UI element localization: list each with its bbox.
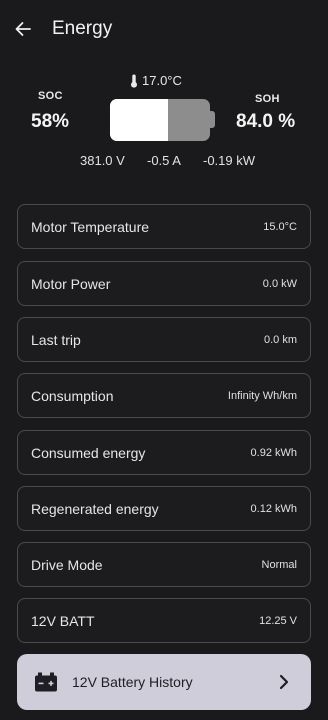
- stat-label: 12V BATT: [31, 612, 95, 629]
- page-title: Energy: [52, 18, 113, 39]
- stat-last-trip[interactable]: Last trip 0.0 km: [17, 317, 311, 362]
- arrow-left-icon: [15, 22, 31, 36]
- stat-value: 0.12 kWh: [250, 502, 297, 515]
- stat-value: 12.25 V: [259, 614, 297, 627]
- thermometer-icon: [131, 74, 137, 88]
- energy-screen: Energy SOC 58% 17.0°C SOH 84.0 % 381.0 V…: [0, 0, 328, 720]
- stat-consumed-energy[interactable]: Consumed energy 0.92 kWh: [17, 430, 311, 475]
- car-battery-icon: [35, 672, 57, 692]
- battery-history-label: 12V Battery History: [72, 674, 193, 690]
- stat-label: Consumption: [31, 387, 114, 404]
- battery-temperature-value: 17.0°C: [142, 73, 182, 88]
- stat-drive-mode[interactable]: Drive Mode Normal: [17, 542, 311, 587]
- soc-label: SOC: [38, 90, 63, 102]
- top-app-bar: Energy: [0, 0, 328, 58]
- stat-label: Regenerated energy: [31, 500, 159, 517]
- battery-terminal: [210, 111, 215, 128]
- battery-gauge: [110, 99, 215, 141]
- battery-body: [110, 99, 210, 141]
- battery-history-button[interactable]: 12V Battery History: [17, 654, 311, 710]
- battery-charge-fill: [110, 99, 168, 141]
- stat-label: Last trip: [31, 331, 81, 348]
- soc-value: 58%: [31, 111, 70, 132]
- stat-consumption[interactable]: Consumption Infinity Wh/km: [17, 373, 311, 418]
- stat-12v-battery[interactable]: 12V BATT 12.25 V: [17, 598, 311, 643]
- stat-value: 0.92 kWh: [250, 446, 297, 459]
- stat-label: Drive Mode: [31, 556, 103, 573]
- battery-status-panel: SOC 58% 17.0°C SOH 84.0 % 381.0 V -0.5 A…: [0, 64, 328, 174]
- battery-temperature: 17.0°C: [130, 73, 182, 88]
- stat-label: Consumed energy: [31, 444, 146, 461]
- battery-power: -0.19 kW: [203, 153, 256, 168]
- stat-regenerated-energy[interactable]: Regenerated energy 0.12 kWh: [17, 486, 311, 531]
- battery-current: -0.5 A: [147, 153, 181, 168]
- stat-label: Motor Temperature: [31, 218, 150, 235]
- stat-value: Normal: [261, 558, 297, 571]
- stat-value: Infinity Wh/km: [227, 389, 297, 402]
- stat-value: 0.0 km: [263, 333, 297, 346]
- stat-motor-temperature[interactable]: Motor Temperature 15.0°C: [17, 204, 311, 249]
- soh-value: 84.0 %: [236, 111, 296, 132]
- back-button[interactable]: [10, 16, 36, 42]
- stat-value: 15.0°C: [263, 220, 297, 233]
- stat-motor-power[interactable]: Motor Power 0.0 kW: [17, 261, 311, 306]
- chevron-right-icon: [279, 674, 289, 690]
- stat-label: Motor Power: [31, 275, 111, 292]
- soh-label: SOH: [255, 93, 280, 105]
- stat-value: 0.0 kW: [262, 277, 297, 290]
- battery-voltage: 381.0 V: [80, 153, 125, 168]
